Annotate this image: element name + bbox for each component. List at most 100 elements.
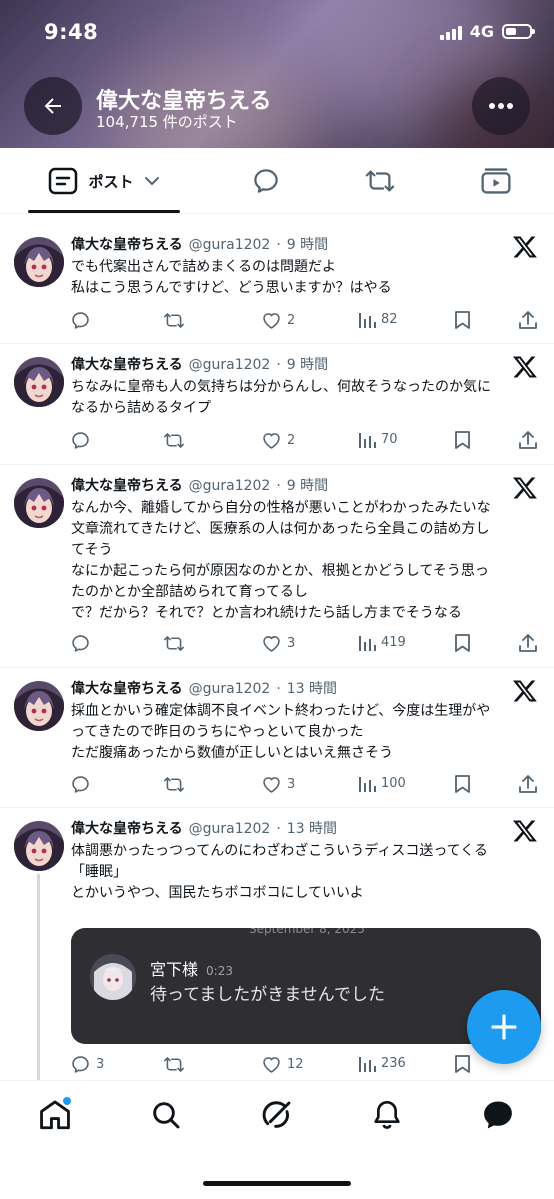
timestamp[interactable]: 13 時間 bbox=[287, 818, 337, 838]
tweet[interactable]: 偉大な皇帝ちえる @gura1202 · 9 時間 ちなみに皇帝も人の気持ちは分… bbox=[0, 344, 554, 465]
display-name[interactable]: 偉大な皇帝ちえる bbox=[71, 354, 183, 374]
tweet[interactable]: 偉大な皇帝ちえる @gura1202 · 13 時間 採血とかいう確定体調不良イ… bbox=[0, 668, 554, 808]
views-button[interactable]: 236 bbox=[358, 1054, 406, 1073]
timestamp[interactable]: 9 時間 bbox=[287, 354, 328, 374]
repost-icon bbox=[164, 313, 184, 328]
like-count: 3 bbox=[287, 636, 296, 651]
handle[interactable]: @gura1202 bbox=[189, 357, 271, 373]
messages-icon bbox=[484, 1101, 512, 1129]
repost-button[interactable] bbox=[163, 430, 185, 451]
view-count: 236 bbox=[381, 1056, 406, 1071]
view-count: 82 bbox=[381, 312, 398, 327]
avatar[interactable] bbox=[14, 478, 64, 528]
nav-home[interactable] bbox=[35, 1095, 75, 1135]
like-button[interactable]: 3 bbox=[261, 633, 295, 654]
share-button[interactable] bbox=[518, 310, 538, 331]
tweet-line: で？だから？それで？とか言われ続けたら話し方までそうなる bbox=[71, 605, 462, 621]
like-button[interactable]: 2 bbox=[261, 310, 295, 331]
reply-button[interactable]: 3 bbox=[70, 1054, 104, 1075]
repost-button[interactable] bbox=[163, 774, 185, 795]
views-button[interactable]: 70 bbox=[358, 430, 398, 449]
post-count: 104,715 件のポスト bbox=[96, 113, 238, 131]
bookmark-button[interactable] bbox=[454, 633, 471, 653]
more-button[interactable] bbox=[472, 77, 530, 135]
timestamp[interactable]: 9 時間 bbox=[287, 475, 328, 495]
tab-posts[interactable]: ポスト bbox=[28, 148, 180, 214]
nav-notifications[interactable] bbox=[367, 1095, 407, 1135]
repost-icon bbox=[164, 636, 184, 651]
handle[interactable]: @gura1202 bbox=[189, 821, 271, 837]
separator: · bbox=[276, 681, 281, 697]
tweet-actions: 2 82 bbox=[70, 310, 540, 332]
repost-button[interactable] bbox=[163, 310, 185, 331]
tab-reposts[interactable] bbox=[350, 148, 410, 214]
reply-icon bbox=[72, 432, 89, 449]
compose-button[interactable] bbox=[467, 990, 541, 1064]
bookmark-icon bbox=[455, 311, 470, 329]
thread-line bbox=[37, 874, 40, 1080]
views-icon bbox=[359, 433, 376, 448]
views-button[interactable]: 419 bbox=[358, 633, 406, 652]
profile-tabs: ポスト bbox=[0, 148, 554, 214]
like-button[interactable]: 12 bbox=[261, 1054, 304, 1075]
display-name[interactable]: 偉大な皇帝ちえる bbox=[71, 234, 183, 254]
reply-button[interactable] bbox=[70, 633, 91, 654]
bookmark-button[interactable] bbox=[454, 310, 471, 330]
tweet-text: なんか今、離婚してから自分の性格が悪いことがわかったみたいな 文章流れてきたけど… bbox=[71, 498, 541, 624]
nav-grok[interactable] bbox=[257, 1095, 297, 1135]
views-button[interactable]: 82 bbox=[358, 310, 398, 329]
views-icon bbox=[359, 777, 376, 792]
notifications-icon bbox=[374, 1101, 400, 1129]
reply-button[interactable] bbox=[70, 310, 91, 331]
avatar[interactable] bbox=[14, 821, 64, 871]
share-icon bbox=[519, 634, 537, 652]
avatar[interactable] bbox=[14, 681, 64, 731]
tweet-line: 体調悪かったっつってんのにわざわざこういうディスコ送ってくる bbox=[71, 843, 488, 859]
reply-count: 3 bbox=[96, 1057, 105, 1072]
reply-button[interactable] bbox=[70, 430, 91, 451]
tweet[interactable]: 偉大な皇帝ちえる @gura1202 · 9 時間 なんか今、離婚してから自分の… bbox=[0, 465, 554, 668]
tweet-header: 偉大な皇帝ちえる @gura1202 · 13 時間 bbox=[71, 818, 337, 838]
bookmark-button[interactable] bbox=[454, 774, 471, 794]
tweet[interactable]: 偉大な皇帝ちえる @gura1202 · 9 時間 でも代案出さんで詰めまくるの… bbox=[0, 214, 554, 344]
share-button[interactable] bbox=[518, 774, 538, 795]
handle[interactable]: @gura1202 bbox=[189, 478, 271, 494]
tweet-text: ちなみに皇帝も人の気持ちは分からんし、何故そうなったのか気に なるから詰めるタイ… bbox=[71, 377, 541, 419]
reply-button[interactable] bbox=[70, 774, 91, 795]
media-icon bbox=[481, 168, 511, 194]
avatar[interactable] bbox=[14, 237, 64, 287]
tab-replies[interactable] bbox=[236, 148, 296, 214]
tweet-line: なんか今、離婚してから自分の性格が悪いことがわかったみたいな bbox=[71, 500, 491, 516]
handle[interactable]: @gura1202 bbox=[189, 237, 271, 253]
tweet-text: でも代案出さんで詰めまくるのは問題だよ 私はこう思うんですけど、どう思いますか？… bbox=[71, 257, 541, 299]
display-name[interactable]: 偉大な皇帝ちえる bbox=[71, 678, 183, 698]
like-button[interactable]: 3 bbox=[261, 774, 295, 795]
display-name[interactable]: 偉大な皇帝ちえる bbox=[71, 818, 183, 838]
nav-messages[interactable] bbox=[478, 1095, 518, 1135]
repost-button[interactable] bbox=[163, 1054, 185, 1075]
views-icon bbox=[359, 313, 376, 328]
timestamp[interactable]: 13 時間 bbox=[287, 678, 337, 698]
timestamp[interactable]: 9 時間 bbox=[287, 234, 328, 254]
timeline[interactable]: 偉大な皇帝ちえる @gura1202 · 9 時間 でも代案出さんで詰めまくるの… bbox=[0, 214, 554, 1080]
avatar[interactable] bbox=[14, 357, 64, 407]
nav-search[interactable] bbox=[146, 1095, 186, 1135]
share-button[interactable] bbox=[518, 430, 538, 451]
handle[interactable]: @gura1202 bbox=[189, 681, 271, 697]
repost-button[interactable] bbox=[163, 633, 185, 654]
separator: · bbox=[276, 357, 281, 373]
bookmark-button[interactable] bbox=[454, 1054, 471, 1074]
share-button[interactable] bbox=[518, 633, 538, 654]
tweet-line: なるから詰めるタイプ bbox=[71, 400, 211, 416]
bookmark-button[interactable] bbox=[454, 430, 471, 450]
like-button[interactable]: 2 bbox=[261, 430, 295, 451]
tweet-header: 偉大な皇帝ちえる @gura1202 · 9 時間 bbox=[71, 234, 328, 254]
back-button[interactable] bbox=[24, 77, 82, 135]
display-name[interactable]: 偉大な皇帝ちえる bbox=[71, 475, 183, 495]
tab-media[interactable] bbox=[466, 148, 526, 214]
tweet-line: ただ腹痛あったから数値が正しいとはいえ無さそう bbox=[71, 745, 393, 761]
views-button[interactable]: 100 bbox=[358, 774, 406, 793]
profile-header: 9:48 4G 偉大な皇帝ちえる 104,715 件のポスト bbox=[0, 0, 554, 148]
views-icon bbox=[359, 636, 376, 651]
more-horizontal-icon bbox=[489, 103, 513, 109]
